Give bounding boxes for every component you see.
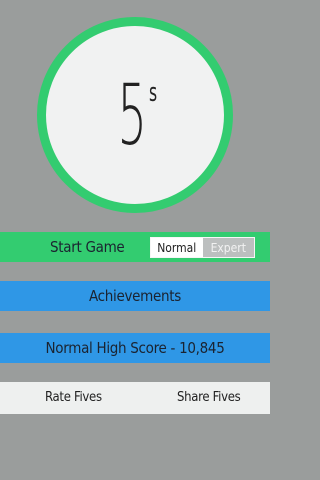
mode-toggle[interactable]: Normal Expert <box>150 237 255 258</box>
mode-expert-option[interactable]: Expert <box>202 238 254 257</box>
achievements-label: Achievements <box>88 287 181 305</box>
logo-circle: 5 s <box>37 17 233 213</box>
share-button[interactable]: Share Fives <box>177 390 241 405</box>
rate-button[interactable]: Rate Fives <box>45 390 102 405</box>
start-game-button[interactable]: Start Game <box>50 238 125 256</box>
high-score-bar: Normal High Score - 10,845 <box>0 333 270 363</box>
achievements-button[interactable]: Achievements <box>0 281 270 311</box>
mode-normal-option[interactable]: Normal <box>151 238 203 257</box>
high-score-label: Normal High Score - 10,845 <box>45 339 225 357</box>
logo-superscript: s <box>149 78 158 108</box>
logo-number: 5 <box>117 66 147 164</box>
footer-bar: Rate Fives Share Fives <box>0 382 270 414</box>
